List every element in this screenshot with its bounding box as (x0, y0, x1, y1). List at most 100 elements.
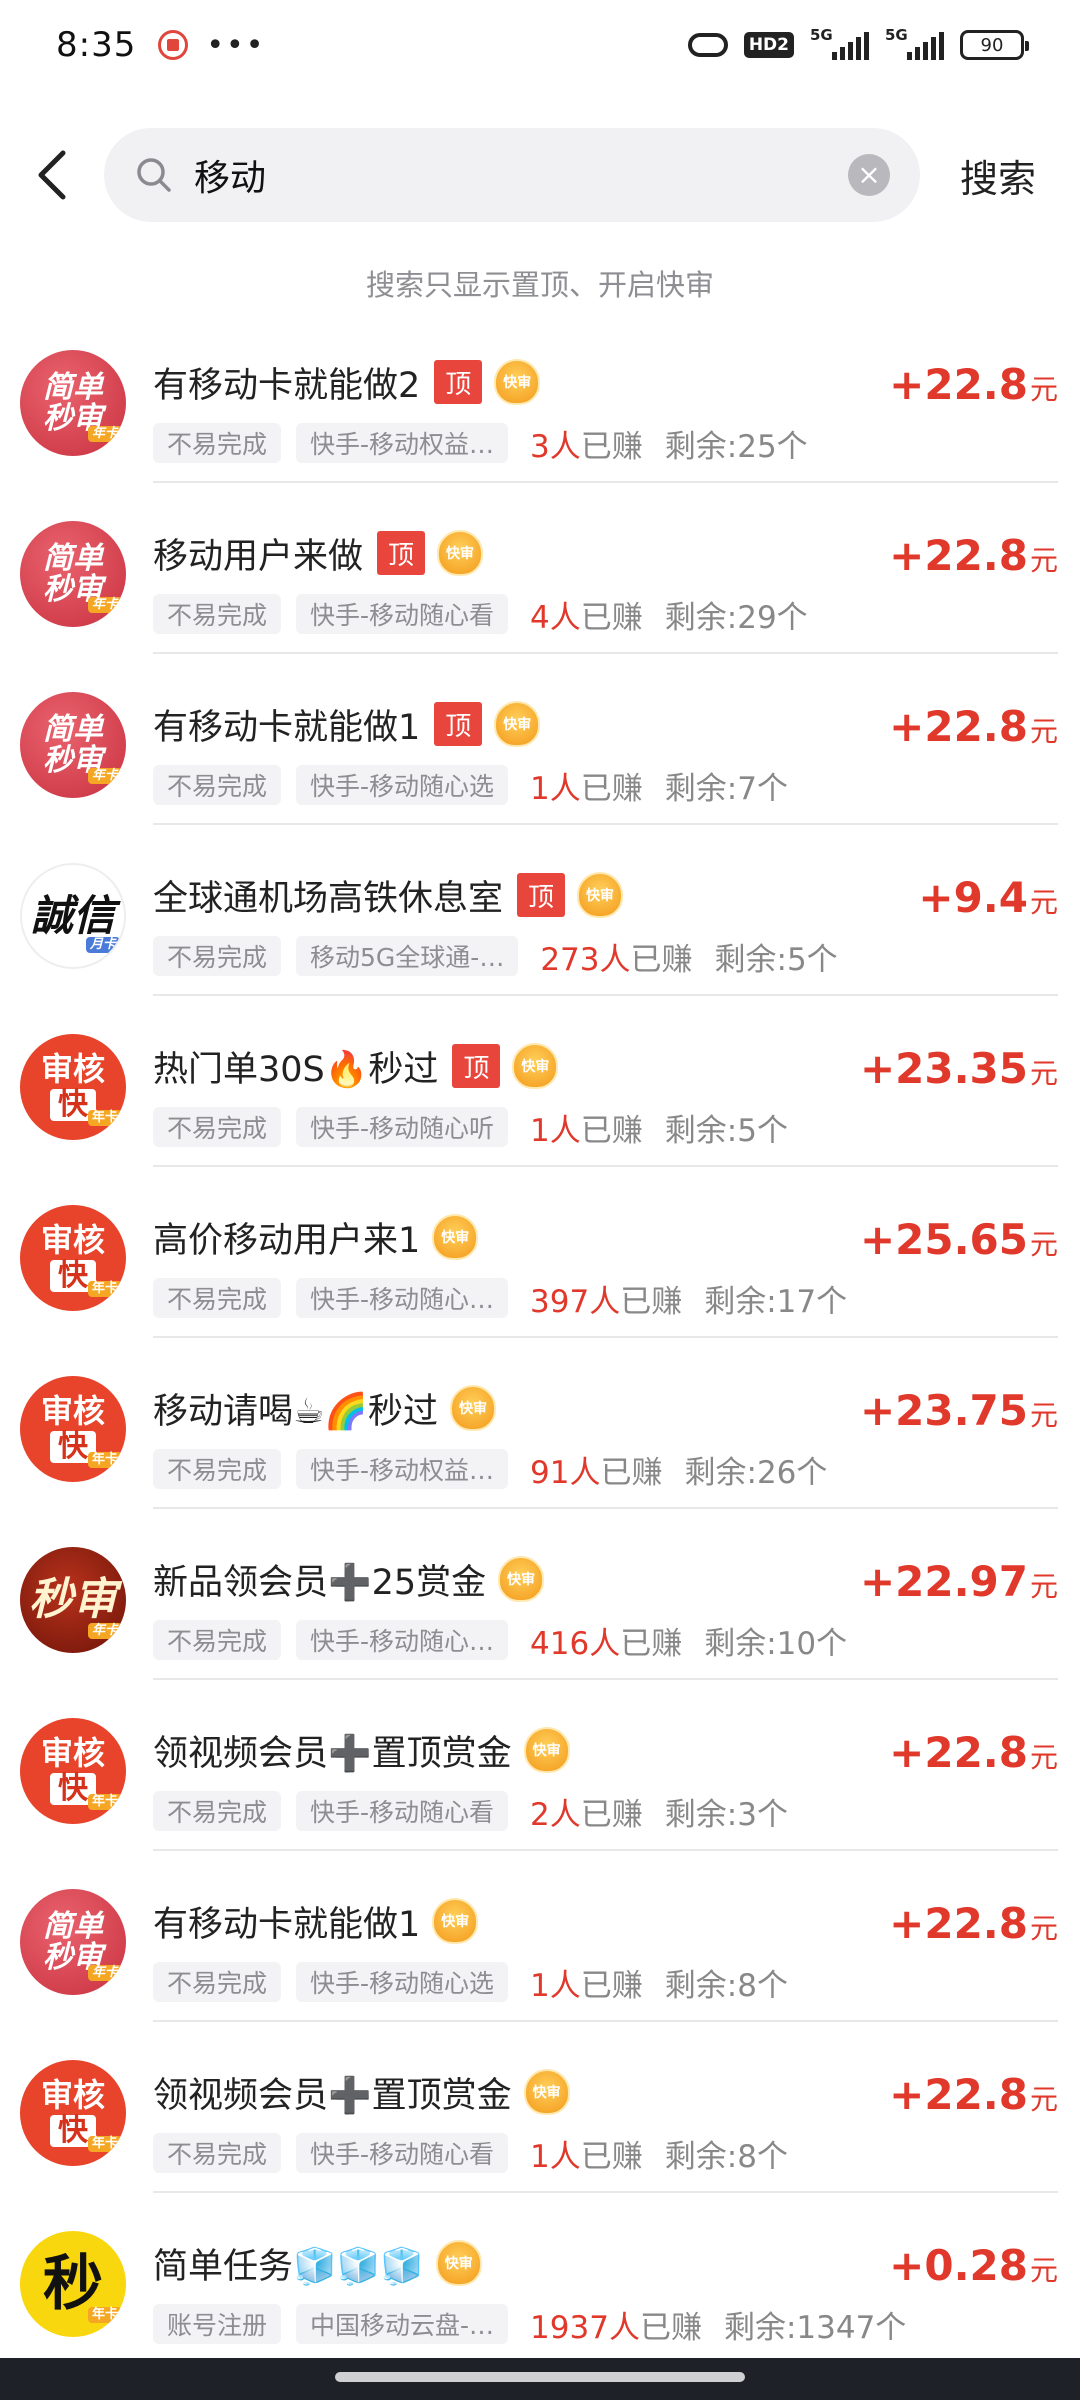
task-item[interactable]: 审核快年卡 热门单30S🔥秒过 顶快审 不易完成 快手-移动随心听 1人已赚 剩… (0, 996, 1080, 1167)
search-icon (137, 158, 171, 192)
earned-count: 397人已赚 (530, 1283, 683, 1320)
task-title: 全球通机场高铁休息室 (153, 878, 504, 919)
task-item[interactable]: 审核快年卡 移动请喝☕🌈秒过 快审 不易完成 快手-移动权益… 91人已赚 剩余… (0, 1338, 1080, 1509)
task-item[interactable]: 简单 秒审 年卡 有移动卡就能做1 顶快审 不易完成 快手-移动随心选 1人已赚 剩… (0, 654, 1080, 825)
task-avatar: 简单 秒审 年卡 (20, 1889, 126, 1995)
remaining-count: 剩余:26个 (684, 1454, 828, 1491)
navigation-bar (0, 2358, 1080, 2400)
fast-review-badge-icon: 快审 (494, 359, 541, 405)
earned-count: 1人已赚 (530, 770, 643, 807)
signal-icon: 5G (810, 26, 869, 60)
signal-icon-2: 5G (885, 26, 944, 60)
task-avatar: 誠信 月卡 (20, 863, 126, 969)
difficulty-chip: 不易完成 (153, 1791, 282, 1831)
task-item[interactable]: 简单 秒审 年卡 有移动卡就能做2 顶快审 不易完成 快手-移动权益… 3人已赚 剩… (0, 312, 1080, 483)
difficulty-chip: 不易完成 (153, 594, 282, 634)
search-box[interactable]: × (104, 128, 920, 222)
fast-review-badge-icon: 快审 (432, 1214, 479, 1260)
task-title: 有移动卡就能做1 (153, 1904, 421, 1945)
difficulty-chip: 账号注册 (153, 2304, 282, 2344)
category-chip: 移动5G全球通-… (296, 936, 519, 976)
task-title: 移动请喝☕🌈秒过 (153, 1391, 438, 1432)
category-chip: 快手-移动随心听 (296, 1107, 509, 1147)
fast-review-badge-icon: 快审 (523, 1727, 570, 1773)
task-item[interactable]: 审核快年卡 领视频会员➕置顶赏金 快审 不易完成 快手-移动随心看 2人已赚 剩… (0, 1680, 1080, 1851)
hd-voice-icon: HD2 (743, 32, 794, 58)
pinned-badge: 顶 (434, 360, 483, 404)
category-chip: 快手-移动随心看 (296, 1791, 509, 1831)
remaining-count: 剩余:3个 (664, 1796, 788, 1833)
task-title: 热门单30S🔥秒过 (153, 1049, 439, 1090)
task-list: 简单 秒审 年卡 有移动卡就能做2 顶快审 不易完成 快手-移动权益… 3人已赚 剩… (0, 312, 1080, 2364)
category-chip: 快手-移动随心看 (296, 2133, 509, 2173)
task-title: 有移动卡就能做1 (153, 707, 421, 748)
back-button[interactable] (0, 128, 104, 222)
task-price: +23.35元 (859, 1044, 1058, 1093)
remaining-count: 剩余:8个 (664, 2138, 788, 2175)
avatar-tag: 年卡 (87, 1452, 122, 1468)
task-title: 领视频会员➕置顶赏金 (153, 1733, 512, 1774)
earned-count: 1人已赚 (530, 2138, 643, 2175)
fast-review-badge-icon: 快审 (494, 701, 541, 747)
category-chip: 快手-移动随心选 (296, 1962, 509, 2002)
fast-review-badge-icon: 快审 (523, 2069, 570, 2115)
task-item[interactable]: 简单 秒审 年卡 有移动卡就能做1 快审 不易完成 快手-移动随心选 1人已赚 剩余… (0, 1851, 1080, 2022)
task-price: +9.4元 (918, 873, 1058, 922)
category-chip: 快手-移动随心… (296, 1620, 509, 1660)
task-item[interactable]: 秒年卡 简单任务🧊🧊🧊 快审 账号注册 中国移动云盘-… 1937人已赚 剩余:… (0, 2193, 1080, 2364)
home-indicator[interactable] (335, 2372, 745, 2382)
remaining-count: 剩余:8个 (664, 1967, 788, 2004)
task-title: 有移动卡就能做2 (153, 365, 421, 406)
avatar-tag: 年卡 (87, 1281, 122, 1297)
earned-count: 91人已赚 (530, 1454, 663, 1491)
pinned-badge: 顶 (377, 531, 426, 575)
remaining-count: 剩余:29个 (664, 599, 808, 636)
clear-icon[interactable]: × (848, 154, 890, 196)
search-input[interactable] (194, 154, 794, 196)
task-item[interactable]: 简单 秒审 年卡 移动用户来做 顶快审 不易完成 快手-移动随心看 4人已赚 剩余:… (0, 483, 1080, 654)
task-avatar: 秒审 年卡 (20, 1547, 126, 1653)
avatar-tag: 年卡 (87, 2136, 122, 2152)
search-hint: 搜索只显示置顶、开启快审 (365, 268, 714, 302)
task-avatar: 审核快年卡 (20, 1205, 126, 1311)
difficulty-chip: 不易完成 (153, 1278, 282, 1318)
task-item[interactable]: 誠信 月卡 全球通机场高铁休息室 顶快审 不易完成 移动5G全球通-… 273人已… (0, 825, 1080, 996)
pinned-badge: 顶 (517, 873, 566, 917)
fast-review-badge-icon: 快审 (432, 1898, 479, 1944)
task-price: +0.28元 (889, 2241, 1058, 2290)
link-icon (687, 33, 728, 57)
task-item[interactable]: 审核快年卡 高价移动用户来1 快审 不易完成 快手-移动随心… 397人已赚 剩… (0, 1167, 1080, 1338)
remaining-count: 剩余:25个 (664, 428, 808, 465)
fast-review-badge-icon: 快审 (512, 1043, 559, 1089)
avatar-tag: 年卡 (87, 426, 122, 442)
fast-review-badge-icon: 快审 (437, 530, 484, 576)
avatar-tag: 月卡 (85, 937, 120, 953)
remaining-count: 剩余:5个 (664, 1112, 788, 1149)
task-avatar: 审核快年卡 (20, 1718, 126, 1824)
difficulty-chip: 不易完成 (153, 936, 282, 976)
search-header: × 搜索 (0, 128, 1080, 222)
search-button[interactable]: 搜索 (960, 148, 1036, 203)
battery-icon: 90 (960, 30, 1029, 60)
category-chip: 快手-移动权益… (296, 1449, 509, 1489)
task-item[interactable]: 秒审 年卡 新品领会员➕25赏金 快审 不易完成 快手-移动随心… 416人已赚 … (0, 1509, 1080, 1680)
category-chip: 中国移动云盘-… (296, 2304, 509, 2344)
fast-review-badge-icon: 快审 (435, 2240, 482, 2286)
task-avatar: 简单 秒审 年卡 (20, 350, 126, 456)
difficulty-chip: 不易完成 (153, 1449, 282, 1489)
avatar-tag: 年卡 (87, 1110, 122, 1126)
difficulty-chip: 不易完成 (153, 1620, 282, 1660)
earned-count: 1人已赚 (530, 1967, 643, 2004)
status-bar: 8:35 ••• HD2 5G 5G 90 (0, 0, 1080, 90)
task-avatar: 审核快年卡 (20, 2060, 126, 2166)
earned-count: 4人已赚 (530, 599, 643, 636)
task-avatar: 简单 秒审 年卡 (20, 692, 126, 798)
difficulty-chip: 不易完成 (153, 1962, 282, 2002)
task-price: +25.65元 (859, 1215, 1058, 1264)
pinned-badge: 顶 (452, 1044, 501, 1088)
task-item[interactable]: 审核快年卡 领视频会员➕置顶赏金 快审 不易完成 快手-移动随心看 1人已赚 剩… (0, 2022, 1080, 2193)
task-avatar: 审核快年卡 (20, 1034, 126, 1140)
fast-review-badge-icon: 快审 (577, 872, 624, 918)
task-price: +22.8元 (889, 702, 1058, 751)
remaining-count: 剩余:5个 (714, 941, 838, 978)
